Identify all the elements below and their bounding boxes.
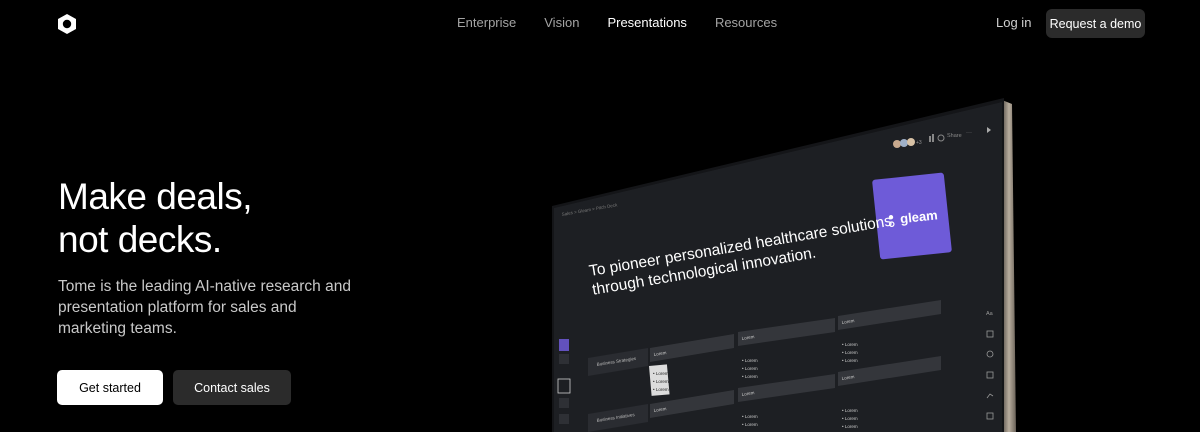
avatar-1 <box>893 140 901 148</box>
more-icon[interactable]: ··· <box>966 130 972 136</box>
contact-sales-button[interactable]: Contact sales <box>173 370 291 405</box>
avatar-3 <box>907 138 915 146</box>
page: Enterprise Vision Presentations Resource… <box>0 0 1200 432</box>
avatar-2 <box>900 139 908 147</box>
monitor-bezel <box>1002 100 1016 432</box>
chart-icon[interactable] <box>929 136 931 142</box>
bullet-item: • Lorem <box>842 350 858 355</box>
bullet-item: • Lorem <box>653 387 669 392</box>
bullet-item: • Lorem <box>842 424 858 429</box>
bullet-item: • Lorem <box>742 414 758 419</box>
bullet-item: • Lorem <box>742 422 758 427</box>
login-link[interactable]: Log in <box>996 16 1031 30</box>
avatar-count: +3 <box>916 140 922 146</box>
hero-title: Make deals, not decks. <box>58 175 253 261</box>
get-started-button[interactable]: Get started <box>57 370 163 405</box>
bullet-item: • Lorem <box>842 416 858 421</box>
slide-thumbnail[interactable] <box>559 354 569 364</box>
nav-link-enterprise[interactable]: Enterprise <box>457 16 516 30</box>
request-demo-button[interactable]: Request a demo <box>1046 9 1145 38</box>
nav-link-presentations[interactable]: Presentations <box>607 16 687 30</box>
bullet-item: • Lorem <box>742 358 758 363</box>
slide-thumbnail[interactable] <box>559 414 569 424</box>
bullet-item: • Lorem <box>842 408 858 413</box>
main-nav: Enterprise Vision Presentations Resource… <box>457 16 777 30</box>
bullet-item: • Lorem <box>842 358 858 363</box>
slide-thumbnail[interactable] <box>559 398 569 408</box>
share-button[interactable]: Share <box>947 133 962 139</box>
bullet-item: • Lorem <box>653 379 669 384</box>
bullet-item: • Lorem <box>653 371 669 376</box>
text-style-icon[interactable]: Aa <box>986 311 994 317</box>
slide-thumbnail-active[interactable] <box>559 339 569 351</box>
tome-logo-icon[interactable] <box>56 13 78 35</box>
product-mockup: +3 Share ··· Sales > Gleam > Pitch Deck <box>540 96 1020 432</box>
hero-subtitle: Tome is the leading AI-native research a… <box>58 278 351 337</box>
bullet-item: • Lorem <box>742 374 758 379</box>
monitor-illustration: +3 Share ··· Sales > Gleam > Pitch Deck <box>552 98 1016 432</box>
nav-link-vision[interactable]: Vision <box>544 16 579 30</box>
hero-title-line-2: not decks. <box>58 219 222 260</box>
nav-link-resources[interactable]: Resources <box>715 16 777 30</box>
bullet-item: • Lorem <box>842 342 858 347</box>
hero-title-line-1: Make deals, <box>58 176 253 217</box>
bullet-item: • Lorem <box>742 366 758 371</box>
